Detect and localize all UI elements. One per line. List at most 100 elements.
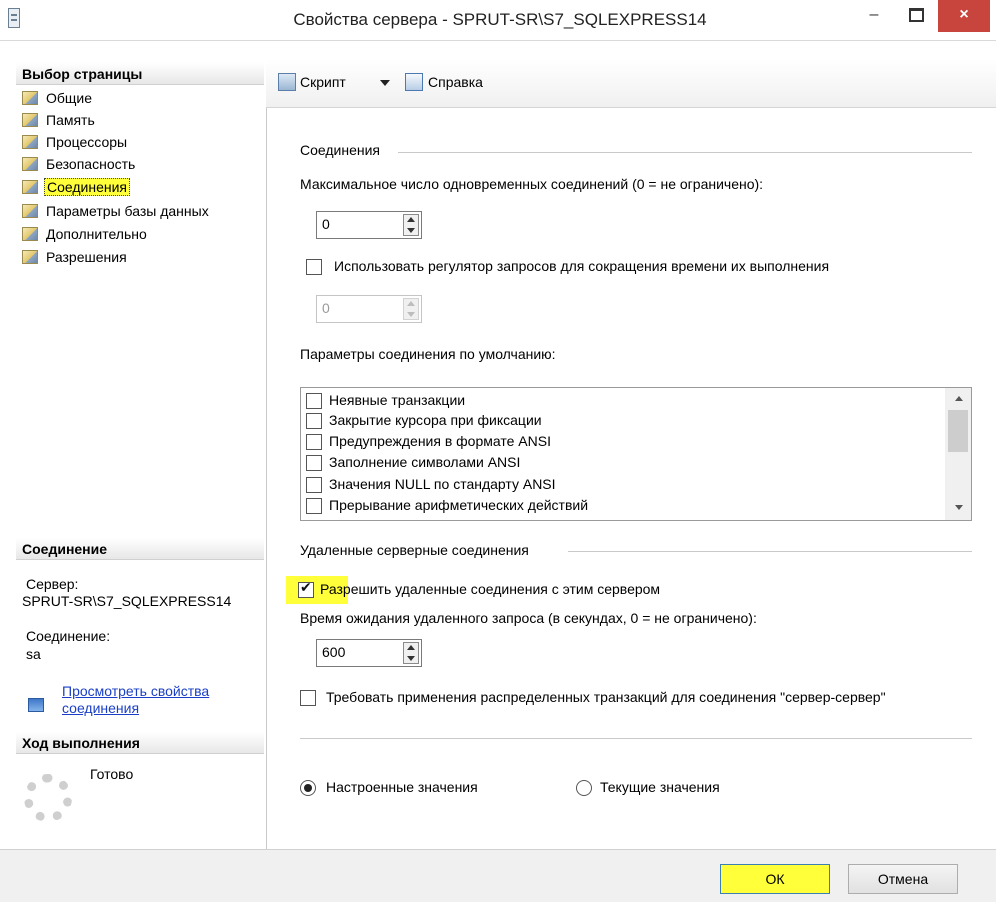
sidebar-item-label: Параметры базы данных xyxy=(46,203,209,219)
close-button[interactable]: × xyxy=(938,0,990,32)
configured-values-label: Настроенные значения xyxy=(326,779,478,795)
max-connections-value: 0 xyxy=(322,216,330,232)
remote-timeout-label: Время ожидания удаленного запроса (в сек… xyxy=(300,610,757,626)
option-checkbox[interactable] xyxy=(306,434,322,450)
sidebar-item-advanced[interactable]: Дополнительно xyxy=(22,223,149,245)
help-icon xyxy=(405,73,423,91)
list-item[interactable]: Прерывание арифметических действий xyxy=(303,495,943,517)
query-governor-value: 0 xyxy=(322,300,330,316)
list-item[interactable]: Заполнение символами ANSI xyxy=(303,452,943,474)
spin-arrows-icon[interactable] xyxy=(403,642,419,664)
ok-button[interactable]: ОК xyxy=(720,864,830,894)
option-checkbox[interactable] xyxy=(306,413,322,429)
page-select-header: Выбор страницы xyxy=(16,63,264,85)
option-label: Закрытие курсора при фиксации xyxy=(329,412,542,428)
option-label: Неявные транзакции xyxy=(329,392,466,408)
max-connections-stepper[interactable]: 0 xyxy=(316,211,422,239)
sidebar-item-database-settings[interactable]: Параметры базы данных xyxy=(22,200,211,222)
view-properties-icon xyxy=(28,698,44,712)
sidebar-item-processors[interactable]: Процессоры xyxy=(22,131,129,153)
running-values-label: Текущие значения xyxy=(600,779,720,795)
scroll-up-icon[interactable] xyxy=(955,396,963,401)
page-icon xyxy=(22,113,38,127)
group-divider xyxy=(398,152,972,153)
scrollbar-thumb[interactable] xyxy=(948,410,968,452)
button-bar xyxy=(0,849,996,902)
option-label: Заполнение символами ANSI xyxy=(329,454,521,470)
option-checkbox[interactable] xyxy=(306,498,322,514)
option-checkbox[interactable] xyxy=(306,455,322,471)
list-item[interactable]: Неявные транзакции xyxy=(303,390,943,412)
sidebar-item-label: Процессоры xyxy=(46,134,128,150)
query-governor-checkbox[interactable] xyxy=(306,259,322,275)
option-label: Прерывание арифметических действий xyxy=(329,497,589,513)
page-icon xyxy=(22,204,38,218)
script-button[interactable]: Скрипт xyxy=(300,72,346,92)
sidebar-item-label: Дополнительно xyxy=(46,226,147,242)
server-value: SPRUT-SR\S7_SQLEXPRESS14 xyxy=(22,593,232,609)
spin-arrows-icon[interactable] xyxy=(403,214,419,236)
script-dropdown-arrow-icon[interactable] xyxy=(380,80,390,86)
list-item[interactable]: Закрытие курсора при фиксации xyxy=(303,410,943,432)
maximize-button[interactable] xyxy=(896,0,936,32)
page-icon xyxy=(22,180,38,194)
option-label: Предупреждения в формате ANSI xyxy=(329,433,551,449)
page-icon xyxy=(22,91,38,105)
progress-header: Ход выполнения xyxy=(16,732,264,754)
allow-remote-label: Разрешить удаленные соединения с этим се… xyxy=(320,581,661,597)
distributed-transactions-checkbox[interactable] xyxy=(300,690,316,706)
sidebar-item-label: Разрешения xyxy=(46,249,127,265)
link-text-line2[interactable]: соединения xyxy=(62,700,209,717)
distributed-transactions-label: Требовать применения распределенных тран… xyxy=(326,689,886,705)
running-values-radio[interactable] xyxy=(576,780,592,796)
query-governor-label: Использовать регулятор запросов для сокр… xyxy=(334,258,830,274)
query-governor-stepper[interactable]: 0 xyxy=(316,295,422,323)
connections-group-title: Соединения xyxy=(300,142,381,158)
sidebar-item-permissions[interactable]: Разрешения xyxy=(22,246,129,268)
sidebar-item-label: Общие xyxy=(46,90,93,106)
sidebar-item-memory[interactable]: Память xyxy=(22,109,97,131)
sidebar-item-label: Память xyxy=(46,112,95,128)
default-options-label: Параметры соединения по умолчанию: xyxy=(300,346,556,362)
remote-timeout-stepper[interactable]: 600 xyxy=(316,639,422,667)
script-icon xyxy=(278,73,296,91)
sidebar-item-label: Безопасность xyxy=(46,156,136,172)
option-checkbox[interactable] xyxy=(306,477,322,493)
list-item[interactable]: Значения NULL по стандарту ANSI xyxy=(303,474,943,496)
list-scrollbar[interactable] xyxy=(945,388,971,520)
page-icon xyxy=(22,250,38,264)
option-label: Значения NULL по стандарту ANSI xyxy=(329,476,556,492)
scroll-down-icon[interactable] xyxy=(955,505,963,510)
remote-group-title: Удаленные серверные соединения xyxy=(300,542,529,558)
divider xyxy=(300,738,972,739)
connection-header: Соединение xyxy=(16,538,264,560)
remote-timeout-value: 600 xyxy=(322,644,346,660)
link-text-line1[interactable]: Просмотреть свойства xyxy=(62,683,209,700)
progress-spinner-icon xyxy=(24,774,72,822)
cancel-button[interactable]: Отмена xyxy=(848,864,958,894)
connection-label: Соединение: xyxy=(26,628,111,644)
spin-arrows-icon[interactable] xyxy=(403,298,419,320)
app-window-icon xyxy=(8,8,20,28)
allow-remote-checkbox[interactable] xyxy=(298,580,314,598)
page-icon xyxy=(22,157,38,171)
sidebar-item-label: Соединения xyxy=(44,178,131,196)
maximize-icon xyxy=(908,7,924,22)
page-icon xyxy=(22,227,38,241)
sidebar-item-security[interactable]: Безопасность xyxy=(22,153,137,175)
minimize-button[interactable]: – xyxy=(854,0,894,32)
max-connections-label: Максимальное число одновременных соедине… xyxy=(300,176,764,192)
default-options-list[interactable]: Неявные транзакции Закрытие курсора при … xyxy=(300,387,972,521)
configured-values-radio[interactable] xyxy=(300,780,316,796)
group-divider xyxy=(568,551,972,552)
list-item[interactable]: Предупреждения в формате ANSI xyxy=(303,431,943,453)
window-title: Свойства сервера - SPRUT-SR\S7_SQLEXPRES… xyxy=(293,10,707,29)
view-connection-properties-link[interactable]: Просмотреть свойства соединения xyxy=(62,683,209,717)
option-checkbox[interactable] xyxy=(306,393,322,409)
page-icon xyxy=(22,135,38,149)
help-button[interactable]: Справка xyxy=(428,72,483,92)
server-label: Сервер: xyxy=(26,576,79,592)
sidebar-item-connections[interactable]: Соединения xyxy=(22,176,131,198)
sidebar-item-general[interactable]: Общие xyxy=(22,87,94,109)
progress-status: Готово xyxy=(90,766,134,782)
